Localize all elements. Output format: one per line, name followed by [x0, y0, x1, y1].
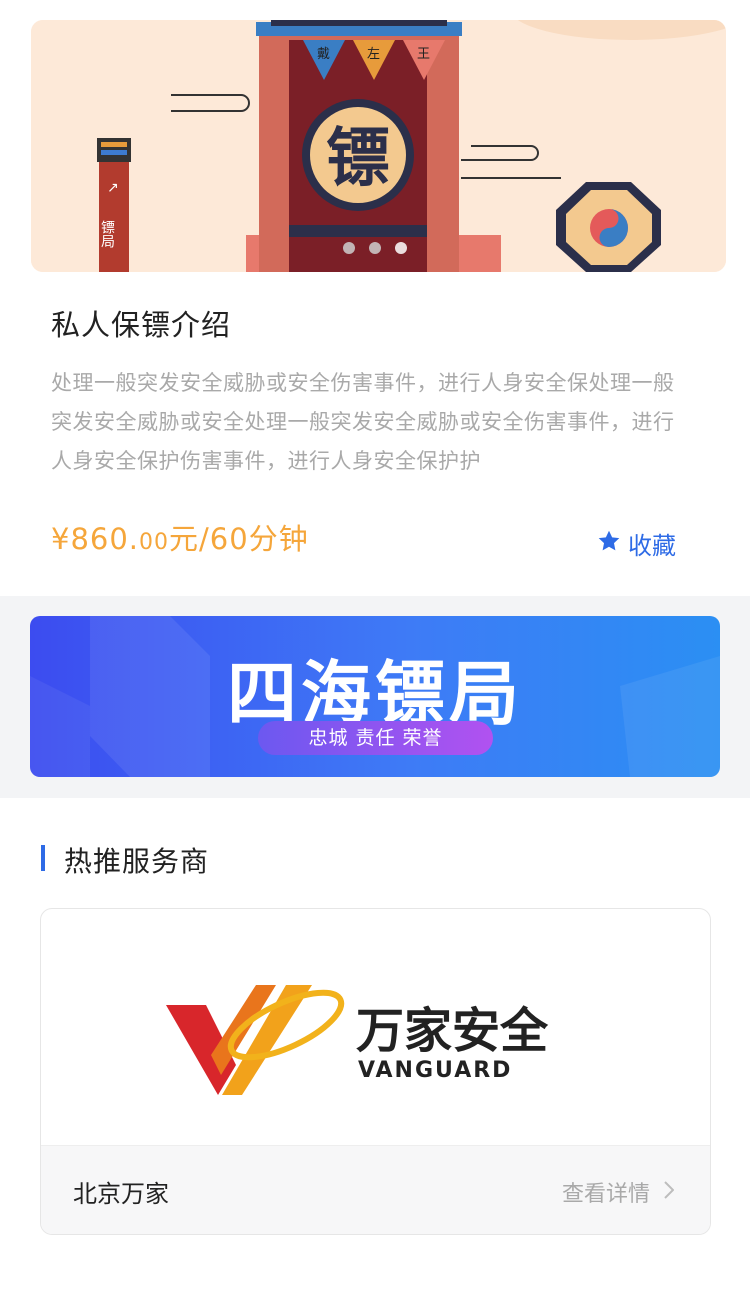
banner-illustration: ↗ 镖局 戴 左 王 镖 — [31, 20, 726, 272]
flag-1: 戴 — [317, 47, 330, 62]
hero-banner[interactable]: ↗ 镖局 戴 左 王 镖 — [31, 20, 726, 272]
star-icon — [596, 528, 622, 560]
view-details-label: 查看详情 — [561, 1182, 650, 1207]
price-main: ¥860. — [51, 522, 140, 556]
view-details-link[interactable]: 查看详情 — [561, 1176, 675, 1208]
carousel-dot-active[interactable] — [395, 242, 407, 254]
provider-logo: 万家安全 VANGUARD — [136, 965, 566, 1129]
favorite-label: 收藏 — [628, 532, 676, 560]
carousel-dot[interactable] — [343, 242, 355, 254]
big-char: 镖 — [326, 122, 390, 196]
post-arrow: ↗ — [107, 180, 119, 196]
flag-2: 左 — [367, 47, 380, 62]
price-unit: 元/60分钟 — [169, 522, 309, 556]
post-text: 镖局 — [99, 220, 115, 248]
flag-3: 王 — [417, 47, 430, 62]
post-icon — [97, 138, 131, 272]
chevron-right-icon — [664, 1180, 675, 1205]
service-title: 私人保镖介绍 — [51, 308, 232, 342]
price-cents: 00 — [139, 530, 170, 555]
ad-slogan: 忠城 责任 荣誉 — [258, 721, 493, 755]
provider-footer: 北京万家 查看详情 — [41, 1145, 710, 1234]
bagua-icon — [556, 182, 661, 272]
service-description: 处理一般突发安全威胁或安全伤害事件，进行人身安全保处理一般突发安全威胁或安全处理… — [51, 371, 675, 473]
logo-en: VANGUARD — [358, 1058, 512, 1083]
carousel-dot[interactable] — [369, 242, 381, 254]
ad-banner[interactable]: 四海镖局 忠城 责任 荣誉 — [30, 616, 720, 777]
favorite-button[interactable]: 收藏 — [596, 526, 676, 561]
section-indicator — [41, 845, 45, 871]
provider-card[interactable]: 万家安全 VANGUARD 北京万家 查看详情 — [40, 908, 711, 1235]
section-title: 热推服务商 — [64, 845, 210, 878]
carousel-indicators — [343, 242, 407, 254]
provider-name: 北京万家 — [73, 1180, 169, 1208]
service-price: ¥860.00元/60分钟 — [51, 516, 309, 558]
logo-cn: 万家安全 — [356, 1003, 549, 1059]
